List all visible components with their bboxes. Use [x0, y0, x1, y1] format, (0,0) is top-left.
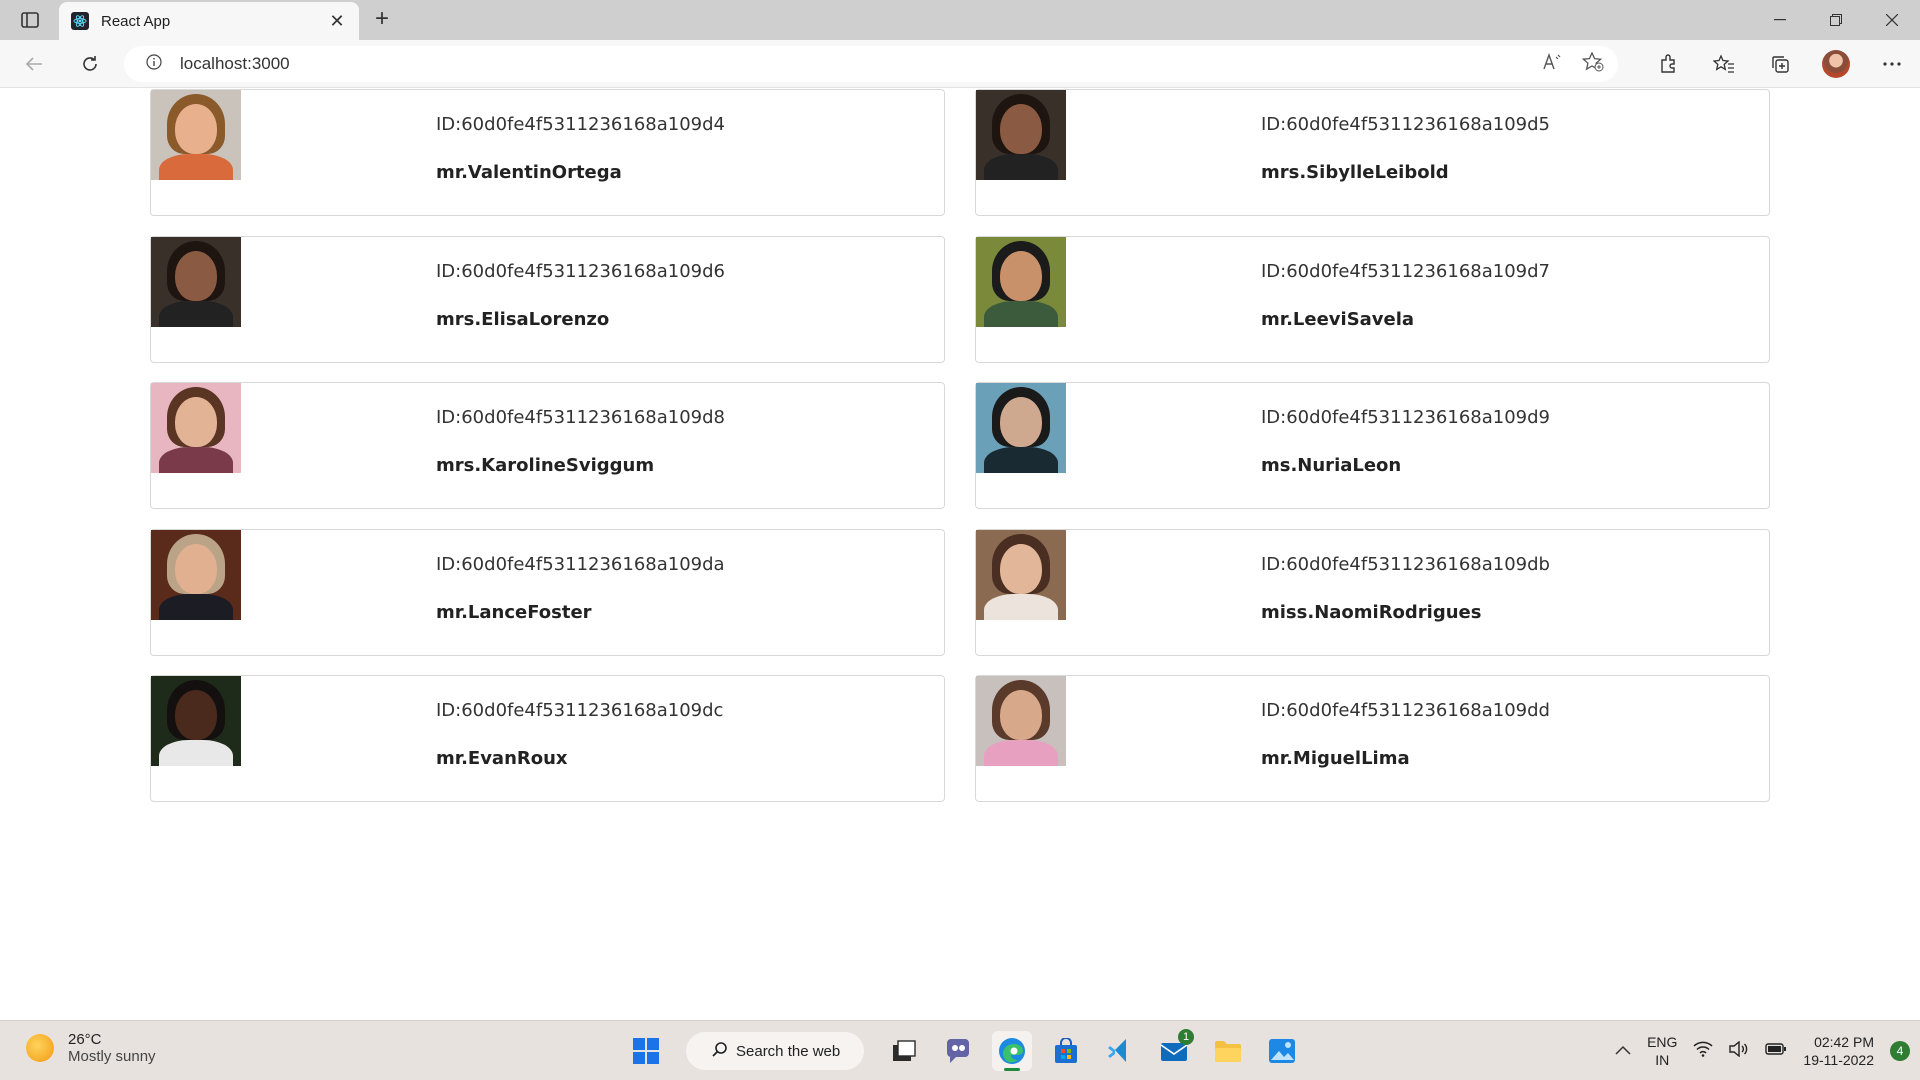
- user-card: ID:60d0fe4f5311236168a109d5 mrs.SibylleLe…: [975, 89, 1770, 216]
- user-photo: [151, 90, 241, 180]
- user-id: ID:60d0fe4f5311236168a109d8: [436, 407, 726, 428]
- language-code: ENG: [1647, 1034, 1678, 1050]
- user-photo: [976, 383, 1066, 473]
- user-photo: [151, 530, 241, 620]
- user-photo: [976, 90, 1066, 180]
- user-name: ms.NuriaLeon: [1261, 455, 1402, 476]
- task-view-icon[interactable]: [884, 1031, 924, 1071]
- close-window-icon[interactable]: [1864, 0, 1920, 40]
- extensions-icon[interactable]: [1640, 48, 1696, 80]
- profile-avatar[interactable]: [1808, 48, 1864, 80]
- user-name: mrs.ElisaLorenzo: [436, 309, 610, 330]
- user-card: ID:60d0fe4f5311236168a109da mr.LanceFoste…: [150, 529, 945, 656]
- url-text: localhost:3000: [180, 54, 290, 73]
- battery-icon[interactable]: [1765, 1042, 1787, 1061]
- vscode-icon[interactable]: [1100, 1031, 1140, 1071]
- user-card: ID:60d0fe4f5311236168a109db miss.NaomiRod…: [975, 529, 1770, 656]
- user-name: mr.ValentinOrtega: [436, 162, 622, 183]
- user-id: ID:60d0fe4f5311236168a109db: [1261, 554, 1550, 575]
- mail-icon[interactable]: 1: [1154, 1029, 1194, 1071]
- user-name: mr.MiguelLima: [1261, 748, 1410, 769]
- user-id: ID:60d0fe4f5311236168a109dc: [436, 700, 724, 721]
- wifi-icon[interactable]: [1693, 1041, 1713, 1062]
- volume-icon[interactable]: [1729, 1040, 1749, 1062]
- close-tab-icon[interactable]: ✕: [327, 11, 347, 32]
- add-favorite-icon[interactable]: [1581, 50, 1604, 77]
- user-card: ID:60d0fe4f5311236168a109d9 ms.NuriaLeon: [975, 382, 1770, 509]
- temperature: 26°C: [68, 1031, 102, 1048]
- start-windows-icon[interactable]: [626, 1031, 666, 1071]
- tab-title: React App: [101, 12, 171, 30]
- mail-badge: 1: [1178, 1029, 1194, 1045]
- user-photo: [976, 237, 1066, 327]
- user-photo: [151, 676, 241, 766]
- user-card: ID:60d0fe4f5311236168a109d4 mr.ValentinOr…: [150, 89, 945, 216]
- favorites-icon[interactable]: [1696, 48, 1752, 80]
- user-id: ID:60d0fe4f5311236168a109d9: [1261, 407, 1551, 428]
- edge-browser-icon[interactable]: [992, 1031, 1032, 1071]
- taskbar-apps: Search the web 1: [626, 1029, 1302, 1071]
- weather-widget[interactable]: 26°C Mostly sunny: [26, 1031, 156, 1065]
- user-id: ID:60d0fe4f5311236168a109da: [436, 554, 725, 575]
- user-card: ID:60d0fe4f5311236168a109d8 mrs.KarolineS…: [150, 382, 945, 509]
- notification-count[interactable]: 4: [1890, 1041, 1910, 1061]
- taskbar-search[interactable]: Search the web: [686, 1032, 864, 1070]
- back-arrow-icon[interactable]: [18, 48, 50, 80]
- restore-icon[interactable]: [1808, 0, 1864, 40]
- sun-icon: [26, 1034, 54, 1062]
- page-content: ID:60d0fe4f5311236168a109d4 mr.ValentinOr…: [0, 89, 1920, 1019]
- region-code: IN: [1655, 1052, 1670, 1068]
- user-photo: [151, 237, 241, 327]
- chevron-up-icon[interactable]: [1615, 1042, 1631, 1060]
- user-name: mrs.KarolineSviggum: [436, 455, 655, 476]
- refresh-icon[interactable]: [74, 48, 106, 80]
- user-card: ID:60d0fe4f5311236168a109d6 mrs.ElisaLore…: [150, 236, 945, 363]
- user-photo: [976, 530, 1066, 620]
- user-name: mr.LeeviSavela: [1261, 309, 1415, 330]
- user-card: ID:60d0fe4f5311236168a109dc mr.EvanRoux: [150, 675, 945, 802]
- address-bar-row: localhost:3000: [0, 40, 1920, 88]
- user-photo: [976, 676, 1066, 766]
- window-controls: [1752, 0, 1920, 40]
- user-name: mr.EvanRoux: [436, 748, 568, 769]
- weather-condition: Mostly sunny: [68, 1048, 156, 1065]
- search-icon: [712, 1041, 728, 1061]
- user-name: mrs.SibylleLeibold: [1261, 162, 1449, 183]
- language-indicator[interactable]: ENG IN: [1647, 1033, 1677, 1069]
- url-field[interactable]: localhost:3000: [124, 46, 1618, 82]
- clock[interactable]: 02:42 PM 19-11-2022: [1803, 1033, 1874, 1069]
- user-photo: [151, 383, 241, 473]
- photos-icon[interactable]: [1262, 1031, 1302, 1071]
- teams-chat-icon[interactable]: [938, 1031, 978, 1071]
- clock-date: 19-11-2022: [1803, 1052, 1874, 1068]
- user-id: ID:60d0fe4f5311236168a109d6: [436, 261, 726, 282]
- system-tray: ENG IN 02:42 PM 19-11-2022 4: [1615, 1031, 1910, 1071]
- file-explorer-icon[interactable]: [1208, 1031, 1248, 1071]
- active-tab[interactable]: React App ✕: [59, 2, 359, 40]
- user-id: ID:60d0fe4f5311236168a109d4: [436, 114, 726, 135]
- user-name: miss.NaomiRodrigues: [1261, 602, 1482, 623]
- search-label: Search the web: [736, 1042, 841, 1060]
- user-card: ID:60d0fe4f5311236168a109d7 mr.LeeviSavel…: [975, 236, 1770, 363]
- minimize-icon[interactable]: [1752, 0, 1808, 40]
- react-logo-icon: [71, 12, 89, 30]
- more-options-icon[interactable]: [1864, 48, 1920, 80]
- new-tab-button[interactable]: +: [368, 6, 396, 34]
- store-icon[interactable]: [1046, 1031, 1086, 1071]
- tab-bar: React App ✕ +: [0, 0, 1920, 40]
- tab-actions-icon[interactable]: [14, 6, 46, 34]
- windows-taskbar: 26°C Mostly sunny Search the web 1 ENG I…: [0, 1020, 1920, 1080]
- read-aloud-icon[interactable]: [1542, 52, 1562, 76]
- clock-time: 02:42 PM: [1814, 1034, 1874, 1050]
- user-id: ID:60d0fe4f5311236168a109dd: [1261, 700, 1550, 721]
- user-name: mr.LanceFoster: [436, 602, 592, 623]
- user-id: ID:60d0fe4f5311236168a109d7: [1261, 261, 1551, 282]
- user-card: ID:60d0fe4f5311236168a109dd mr.MiguelLima: [975, 675, 1770, 802]
- browser-toolbar: [1640, 48, 1920, 80]
- user-id: ID:60d0fe4f5311236168a109d5: [1261, 114, 1551, 135]
- info-icon[interactable]: [146, 53, 162, 75]
- collections-icon[interactable]: [1752, 48, 1808, 80]
